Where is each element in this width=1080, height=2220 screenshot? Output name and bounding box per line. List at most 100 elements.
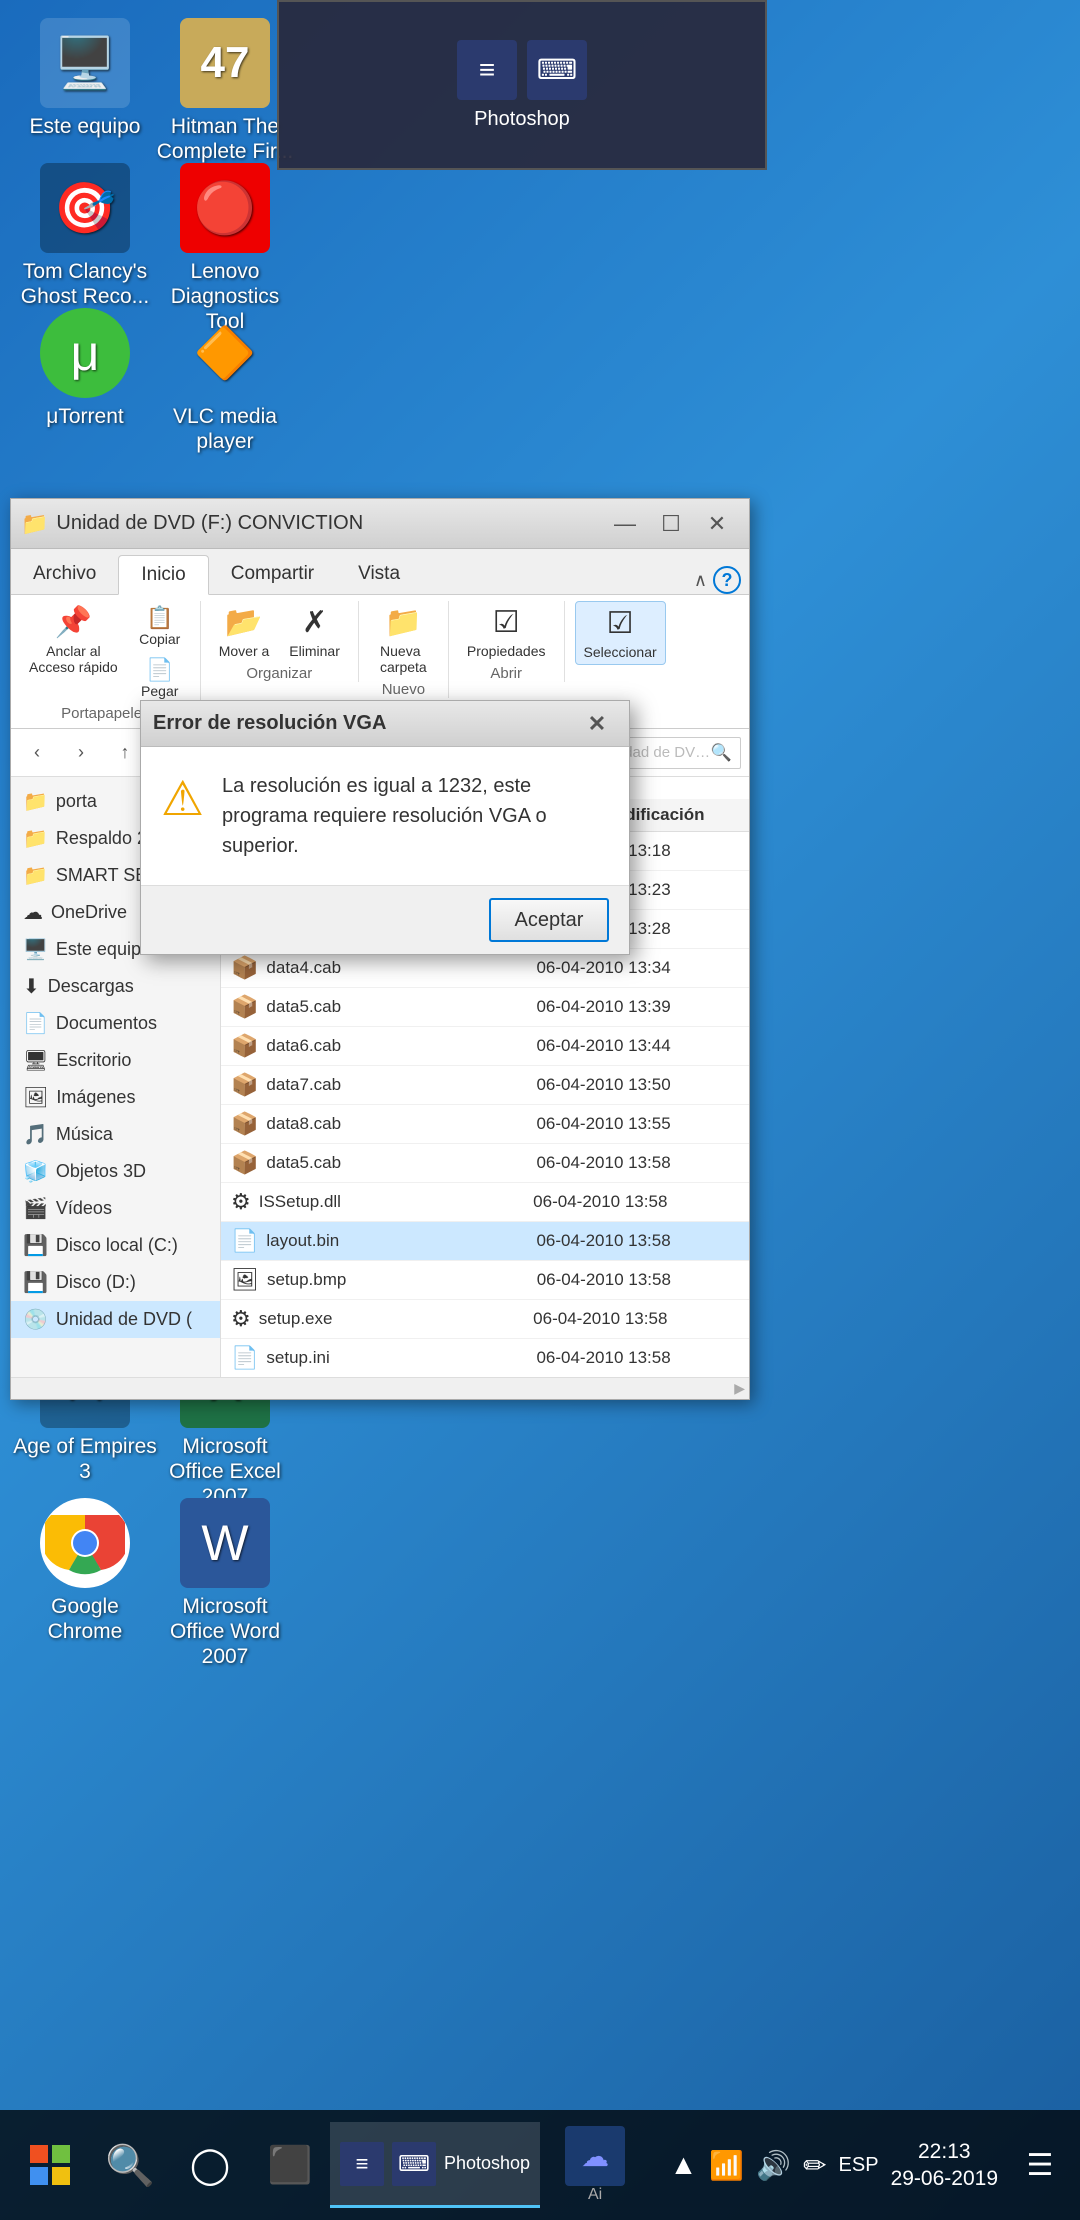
taskbar-network-icon[interactable]: 📶 [709,2149,744,2182]
video-icon: 🎬 [23,1196,48,1221]
taskbar-photoshop-button[interactable]: ≡ ⌨ Photoshop [330,2122,540,2208]
dialog-close-button[interactable]: ✕ [577,704,617,744]
taskbar-ai-button[interactable]: ☁ Ai [550,2120,640,2210]
sidebar-item-objetos3d[interactable]: 🧊 Objetos 3D [11,1153,220,1190]
file-name: setup.ini [266,1348,536,1368]
file-row-setupexe[interactable]: ⚙ setup.exe 06-04-2010 13:58 [221,1300,749,1339]
file-row-setupini[interactable]: 📄 setup.ini 06-04-2010 13:58 [221,1339,749,1377]
ribbon-btn-copiar[interactable]: 📋 Copiar [130,601,190,651]
sidebar-item-disco-c[interactable]: 💾 Disco local (C:) [11,1227,220,1264]
file-icon: 📦 [231,1072,258,1098]
taskbar-task-view-button[interactable]: ⬛ [250,2125,330,2205]
minimize-button[interactable]: — [603,502,647,546]
file-row-data5[interactable]: 📦 data5.cab 06-04-2010 13:39 [221,988,749,1027]
ribbon-btn-nueva-carpeta[interactable]: 📁 Nuevacarpeta [372,601,435,679]
tab-inicio[interactable]: Inicio [118,555,208,595]
sidebar-item-escritorio-label: Escritorio [56,1050,131,1071]
start-button[interactable] [10,2125,90,2205]
sidebar-item-videos[interactable]: 🎬 Vídeos [11,1190,220,1227]
dialog-accept-button[interactable]: Aceptar [489,898,609,942]
tab-vista[interactable]: Vista [336,554,422,594]
dialog-footer: Aceptar [141,885,629,954]
file-icon: ⚙ [231,1189,251,1215]
file-date: 06-04-2010 13:58 [536,1348,739,1368]
nav-up[interactable]: ↑ [107,735,143,771]
taskbar-photoshop-label: Photoshop [444,2153,530,2174]
ribbon-btn-seleccionar[interactable]: ☑ Seleccionar [575,601,666,665]
search-icon: 🔍 [711,743,732,763]
sidebar-item-documentos[interactable]: 📄 Documentos [11,1005,220,1042]
tab-compartir[interactable]: Compartir [209,554,336,594]
ribbon-collapse-btn[interactable]: ∧ [694,570,707,591]
desktop-icon-chrome[interactable]: Google Chrome [5,1490,165,1652]
desktop-icon-este-equipo[interactable]: 🖥️ Este equipo [5,10,165,147]
ribbon-btn-mover[interactable]: 📂 Mover a [211,601,278,663]
sidebar-item-videos-label: Vídeos [56,1198,112,1219]
ai-icon: ☁ [581,2140,609,2173]
sidebar-item-objetos3d-label: Objetos 3D [56,1161,146,1182]
folder-icon: 📁 [23,826,48,851]
maximize-button[interactable]: ☐ [649,502,693,546]
ribbon-group-nuevo: 📁 Nuevacarpeta Nuevo [369,601,449,698]
taskbar-search-button[interactable]: 🔍 [90,2125,170,2205]
file-row-layout[interactable]: 📄 layout.bin 06-04-2010 13:58 [221,1222,749,1261]
sidebar-item-dvd-label: Unidad de DVD ( [56,1309,192,1330]
sidebar-item-escritorio[interactable]: 🖥 Escritorio [11,1042,220,1079]
file-icon: 📄 [231,1345,258,1371]
close-button[interactable]: ✕ [695,502,739,546]
file-row-data6[interactable]: 📦 data6.cab 06-04-2010 13:44 [221,1027,749,1066]
sidebar-item-musica-label: Música [56,1124,113,1145]
onedrive-icon: ☁ [23,900,43,925]
desktop-icon-word[interactable]: W Microsoft Office Word 2007 [145,1490,305,1678]
sidebar-item-musica[interactable]: 🎵 Música [11,1116,220,1153]
ribbon-group-seleccionar: ☑ Seleccionar [575,601,676,667]
este-equipo-label: Este equipo [30,114,141,139]
ribbon-btn-anclar[interactable]: 📌 Anclar alAcceso rápido [21,601,126,703]
file-icon: 🖼 [231,1267,259,1293]
sidebar-item-dvd[interactable]: 💿 Unidad de DVD ( [11,1301,220,1338]
lenovo-icon: 🔴 [180,163,270,253]
sidebar-item-porta-label: porta [56,791,97,812]
file-row-data8[interactable]: 📦 data8.cab 06-04-2010 13:55 [221,1105,749,1144]
sidebar-item-disco-d[interactable]: 💾 Disco (D:) [11,1264,220,1301]
nav-forward[interactable]: › [63,735,99,771]
ribbon-btn-propiedades[interactable]: ☑ Propiedades [459,601,554,663]
desktop-icon-vlc[interactable]: 🔶 VLC media player [145,300,305,462]
ribbon-help-btn[interactable]: ? [713,566,741,594]
taskbar-language-label[interactable]: ESP [839,2154,879,2177]
photoshop-taskbar-preview[interactable]: ≡ ⌨ Photoshop [277,0,767,170]
taskbar-volume-icon[interactable]: 🔊 [756,2149,791,2182]
documents-icon: 📄 [23,1011,48,1036]
sidebar-item-imagenes[interactable]: 🖼 Imágenes [11,1079,220,1116]
file-date: 06-04-2010 13:58 [533,1309,739,1329]
file-row-data5cab[interactable]: 📦 data5.cab 06-04-2010 13:58 [221,1144,749,1183]
file-name: data5.cab [266,1153,536,1173]
images-icon: 🖼 [23,1085,48,1110]
taskbar-notification-button[interactable]: ☰ [1010,2135,1070,2195]
file-icon: ⚙ [231,1306,251,1332]
dialog-message: La resolución es igual a 1232, este prog… [222,771,609,861]
file-icon: 📦 [231,1111,258,1137]
desktop-icon-utorrent[interactable]: μ μTorrent [5,300,165,437]
file-row-data7[interactable]: 📦 data7.cab 06-04-2010 13:50 [221,1066,749,1105]
file-row-issetup[interactable]: ⚙ ISSetup.dll 06-04-2010 13:58 [221,1183,749,1222]
clock-date: 29-06-2019 [891,2165,998,2192]
ribbon-group-abrir-label: Abrir [490,665,522,682]
file-row-setupbmp[interactable]: 🖼 setup.bmp 06-04-2010 13:58 [221,1261,749,1300]
taskbar-up-arrow[interactable]: ▲ [670,2149,698,2181]
age3-label: Age of Empires 3 [13,1434,157,1484]
nav-back[interactable]: ‹ [19,735,55,771]
sidebar-item-descargas[interactable]: ⬇ Descargas [11,968,220,1005]
ribbon-btn-pegar[interactable]: 📄 Pegar [130,653,190,703]
desktop-icon-tom-clancy[interactable]: 🎯 Tom Clancy's Ghost Reco... [5,155,165,317]
taskbar-cortana-button[interactable]: ◯ [170,2125,250,2205]
taskbar-clock[interactable]: 22:13 29-06-2019 [891,2138,998,2193]
dialog-titlebar: Error de resolución VGA ✕ [141,701,629,747]
utorrent-label: μTorrent [46,404,123,429]
tab-archivo[interactable]: Archivo [11,554,118,594]
file-date: 06-04-2010 13:58 [533,1192,739,1212]
utorrent-icon: μ [40,308,130,398]
sidebar-item-disco-c-label: Disco local (C:) [56,1235,178,1256]
ribbon-btn-eliminar[interactable]: ✗ Eliminar [281,601,348,663]
taskbar-pen-icon[interactable]: ✏ [803,2149,826,2182]
